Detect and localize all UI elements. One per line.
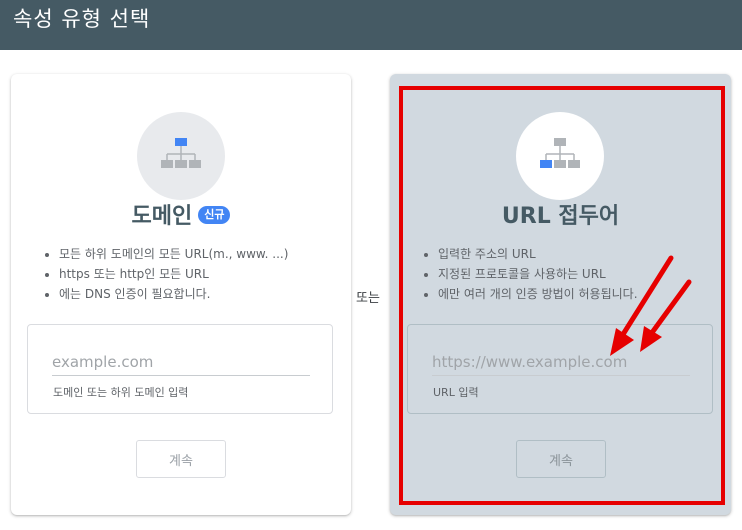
url-bullets: 입력한 주소의 URL 지정된 프로토콜을 사용하는 URL 에만 여러 개의 … (414, 244, 638, 304)
or-label: 또는 (356, 291, 380, 306)
url-input-box: URL 입력 (407, 324, 713, 414)
domain-title-text: 도메인 (131, 204, 193, 229)
url-prefix-hierarchy-icon (540, 138, 580, 168)
domain-input[interactable] (52, 349, 310, 376)
list-item: 에만 여러 개의 인증 방법이 허용됩니다. (438, 284, 638, 304)
list-item: 모든 하위 도메인의 모든 URL(m., www. ...) (59, 244, 288, 264)
page-title: 속성 유형 선택 (13, 7, 151, 31)
url-input[interactable] (432, 349, 690, 376)
url-prefix-card[interactable]: URL 접두어 입력한 주소의 URL 지정된 프로토콜을 사용하는 URL 에… (390, 74, 731, 515)
page-header: 속성 유형 선택 (0, 0, 742, 50)
domain-continue-button[interactable]: 계속 (136, 440, 226, 478)
list-item: 에는 DNS 인증이 필요합니다. (59, 284, 288, 304)
url-card-title: URL 접두어 (390, 202, 731, 232)
domain-bullets: 모든 하위 도메인의 모든 URL(m., www. ...) https 또는… (35, 244, 288, 304)
domain-hierarchy-icon (161, 138, 201, 168)
domain-card[interactable]: 도메인 신규 모든 하위 도메인의 모든 URL(m., www. ...) ht… (11, 74, 351, 515)
list-item: 지정된 프로토콜을 사용하는 URL (438, 264, 638, 284)
domain-input-help: 도메인 또는 하위 도메인 입력 (53, 386, 189, 399)
url-continue-button[interactable]: 계속 (516, 440, 606, 478)
list-item: 입력한 주소의 URL (438, 244, 638, 264)
new-badge: 신규 (198, 206, 231, 224)
domain-icon-circle (137, 112, 225, 200)
domain-card-title: 도메인 신규 (11, 202, 351, 232)
domain-input-box: 도메인 또는 하위 도메인 입력 (27, 324, 333, 414)
url-input-help: URL 입력 (433, 386, 479, 399)
list-item: https 또는 http인 모든 URL (59, 264, 288, 284)
url-icon-circle (516, 112, 604, 200)
url-title-text: URL 접두어 (501, 204, 620, 229)
